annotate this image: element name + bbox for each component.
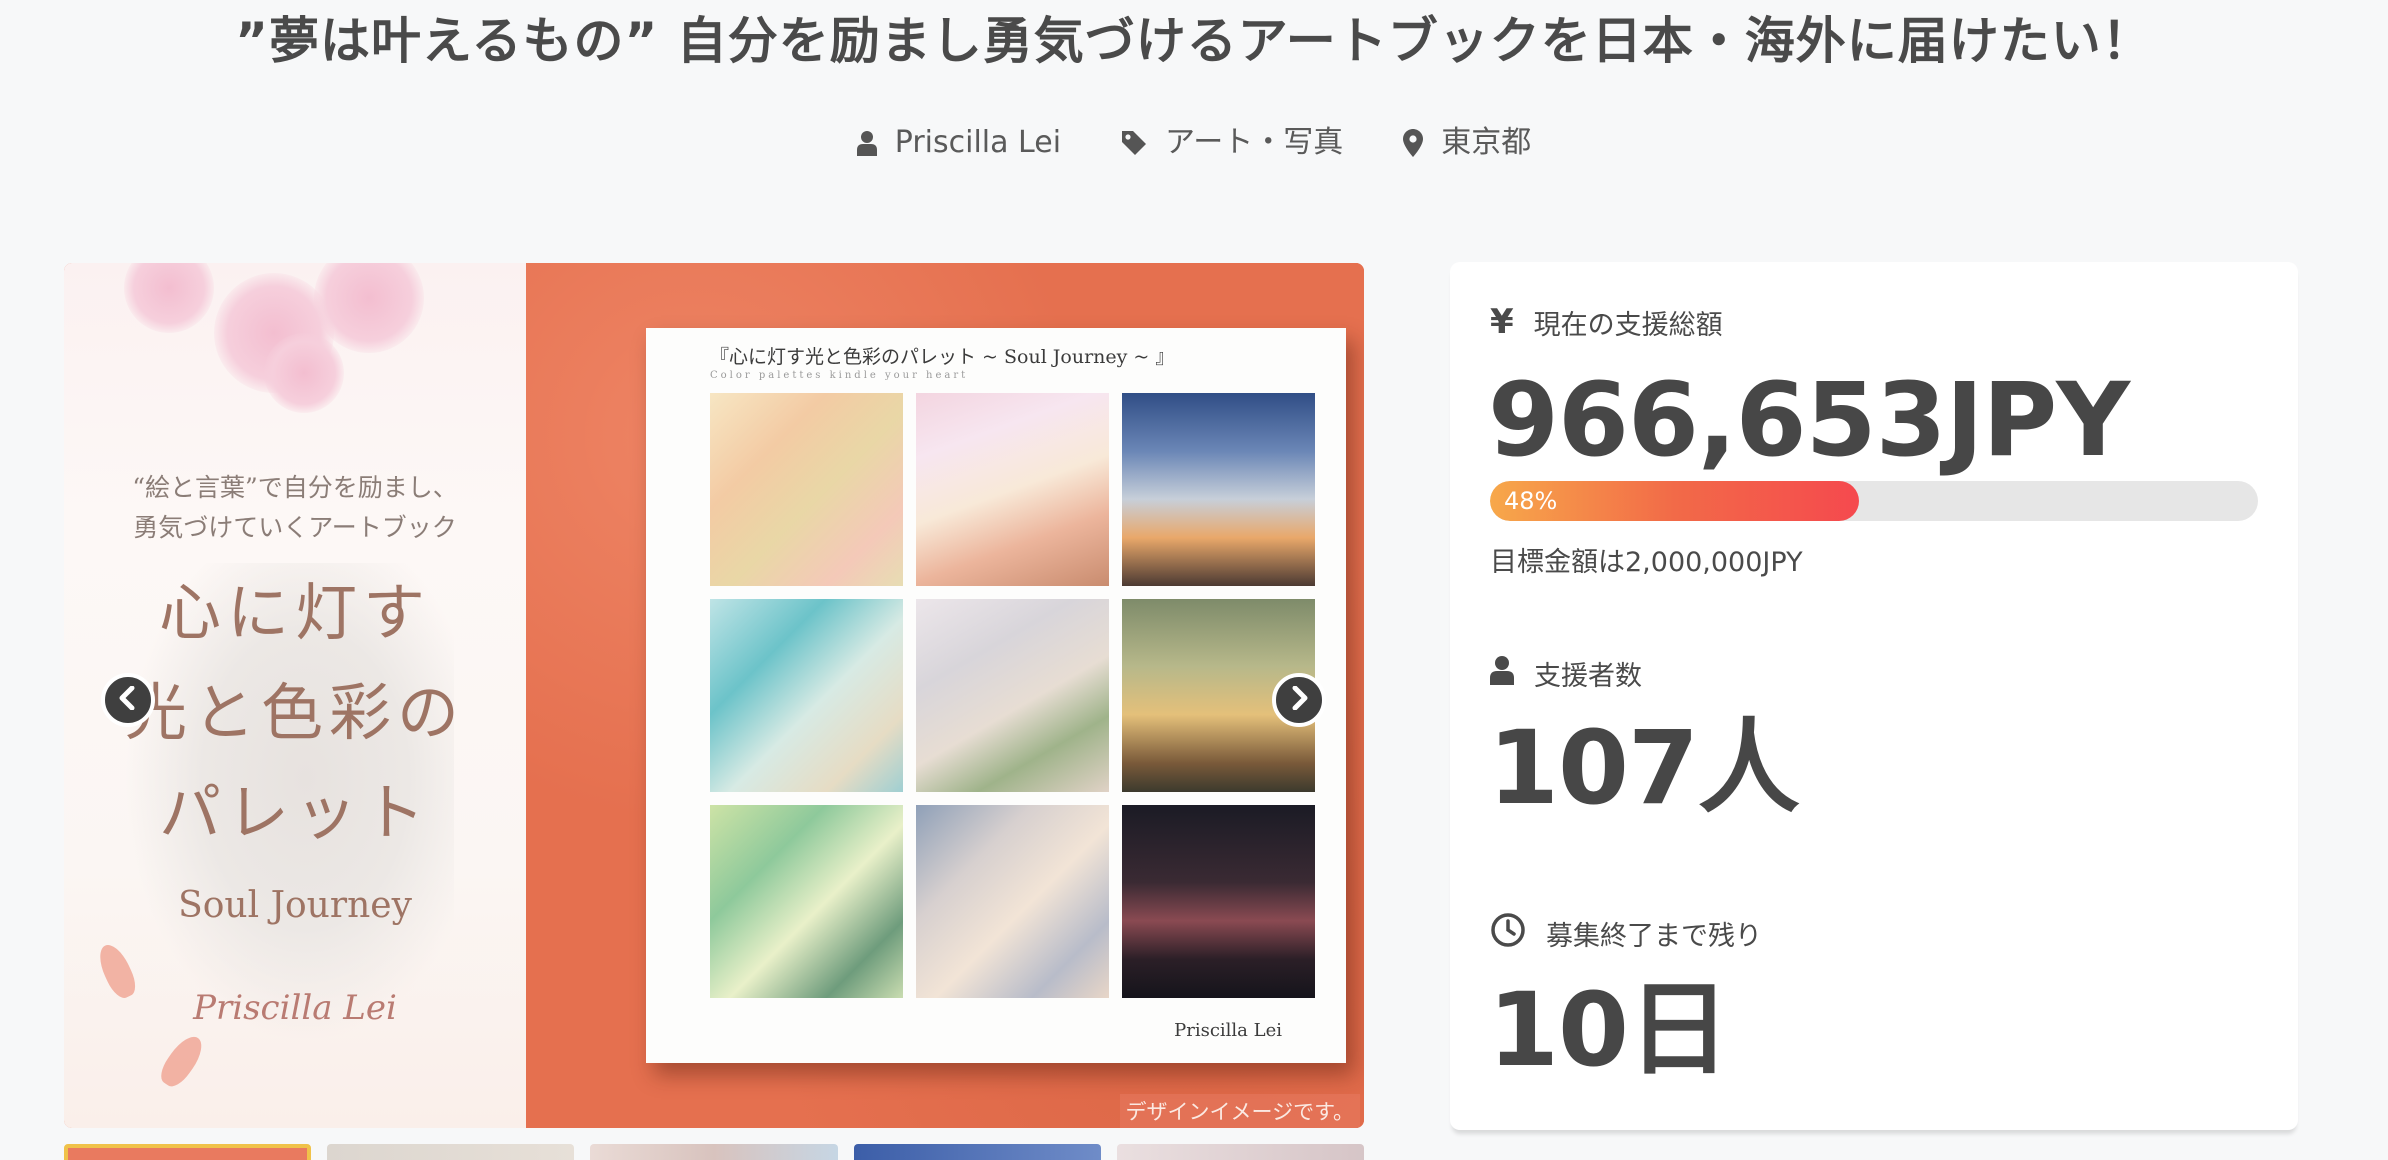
- carousel-next-button[interactable]: [1272, 673, 1326, 727]
- goal-amount: 目標金額は2,000,000JPY: [1490, 547, 1803, 578]
- amount-value: 966,653JPY: [1488, 361, 2130, 480]
- location-name: 東京都: [1441, 125, 1532, 160]
- cover-subtitle: “絵と言葉”で自分を励まし、 勇気づけていくアートブック: [64, 468, 526, 548]
- cover-title-line: パレット: [158, 776, 431, 849]
- amount-label: ¥ 現在の支援総額: [1490, 302, 1723, 342]
- user-icon: [856, 130, 877, 156]
- design-note: デザインイメージです。: [1119, 1094, 1360, 1128]
- carousel-thumbnail[interactable]: [1116, 1144, 1364, 1160]
- artwork-thumbnail: [916, 805, 1109, 998]
- tag-icon: [1121, 130, 1147, 156]
- book-tagline: Color palettes kindle your heart: [710, 370, 969, 381]
- book-mockup-image: 『心に灯す光と色彩のパレット ~ Soul Journey ~ 』 Color …: [526, 263, 1364, 1128]
- carousel-thumbnail[interactable]: [590, 1144, 838, 1160]
- funding-progress-bar: 48%: [1490, 481, 2258, 521]
- artwork-thumbnail: [1122, 393, 1315, 586]
- funding-stats-card: ¥ 現在の支援総額 966,653JPY 48% 目標金額は2,000,000J…: [1450, 262, 2298, 1130]
- chevron-right-icon: [1289, 685, 1309, 714]
- cover-subtitle-line: 勇気づけていくアートブック: [133, 513, 457, 542]
- artwork-thumbnail: [916, 393, 1109, 586]
- remaining-value: 10日: [1488, 971, 1730, 1090]
- cover-signature: Priscilla Lei: [193, 988, 397, 1028]
- clock-icon: [1490, 912, 1526, 955]
- carousel-prev-button[interactable]: [101, 673, 155, 727]
- carousel-thumbnail[interactable]: [64, 1144, 312, 1160]
- artwork-thumbnail: [1122, 805, 1315, 998]
- owner-name: Priscilla Lei: [894, 125, 1062, 160]
- owner-link[interactable]: Priscilla Lei: [856, 118, 1062, 168]
- book-mockup: 『心に灯す光と色彩のパレット ~ Soul Journey ~ 』 Color …: [646, 328, 1346, 1063]
- cover-title-line: 心に灯す: [158, 576, 431, 649]
- artwork-thumbnail: [710, 393, 903, 586]
- artwork-grid: [710, 393, 1315, 998]
- yen-icon: ¥: [1490, 302, 1514, 342]
- supporters-label: 支援者数: [1490, 654, 1642, 693]
- project-meta: Priscilla Lei アート・写真 東京都: [0, 118, 2388, 168]
- carousel-thumbnail[interactable]: [327, 1144, 575, 1160]
- category-name: アート・写真: [1165, 125, 1344, 160]
- book-title: 『心に灯す光と色彩のパレット ~ Soul Journey ~ 』: [710, 346, 1175, 368]
- cover-subtitle-line: “絵と言葉”で自分を励まし、: [132, 473, 458, 502]
- artwork-thumbnail: [916, 599, 1109, 792]
- image-carousel[interactable]: “絵と言葉”で自分を励まし、 勇気づけていくアートブック 心に灯す 光と色彩の …: [64, 263, 1364, 1128]
- supporters-label-text: 支援者数: [1534, 661, 1642, 692]
- category-link[interactable]: アート・写真: [1121, 118, 1343, 168]
- location-link[interactable]: 東京都: [1403, 118, 1531, 168]
- artwork-thumbnail: [710, 599, 903, 792]
- carousel-thumbnails: [64, 1144, 1364, 1160]
- progress-percent: 48%: [1504, 487, 1558, 515]
- remaining-label: 募集終了まで残り: [1490, 912, 1762, 955]
- book-author: Priscilla Lei: [1174, 1020, 1282, 1041]
- artwork-thumbnail: [710, 805, 903, 998]
- user-icon: [1490, 655, 1514, 692]
- cover-english-title: Soul Journey: [178, 885, 412, 926]
- supporters-value: 107人: [1488, 709, 1800, 828]
- map-pin-icon: [1403, 129, 1424, 157]
- project-title: ”夢は叶えるもの” 自分を励まし勇気づけるアートブックを日本・海外に届けたい！: [235, 12, 2153, 70]
- amount-label-text: 現在の支援総額: [1533, 309, 1723, 341]
- remaining-label-text: 募集終了まで残り: [1546, 921, 1762, 952]
- chevron-left-icon: [118, 685, 138, 714]
- progress-fill: 48%: [1490, 481, 1859, 521]
- carousel-thumbnail[interactable]: [853, 1144, 1101, 1160]
- blossom-decoration: [264, 333, 344, 413]
- blossom-decoration: [124, 263, 214, 333]
